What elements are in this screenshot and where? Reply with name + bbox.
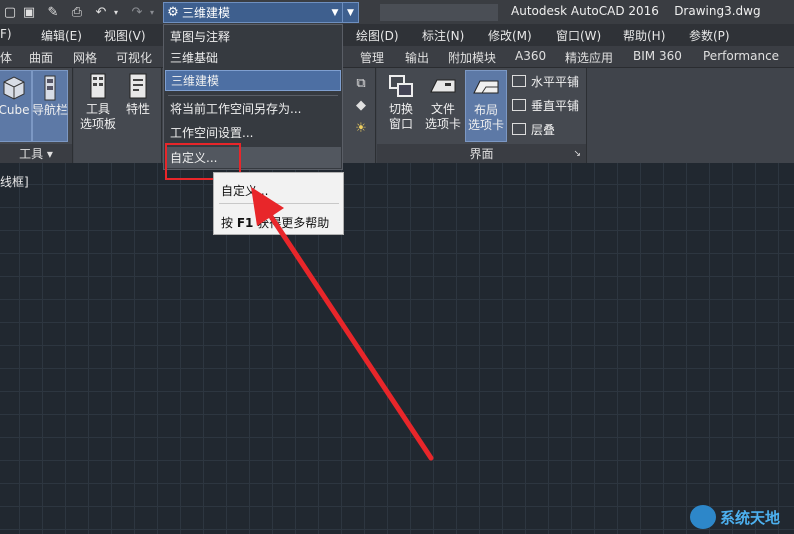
undo-dropdown-icon[interactable]: ▾	[107, 3, 125, 21]
menu-draw[interactable]: 绘图(D)	[356, 27, 399, 44]
panel-interface-footer[interactable]: 界面 ↘	[377, 144, 586, 163]
switch-window-button[interactable]: 切换 窗口	[381, 70, 421, 142]
properties-button[interactable]: 特性	[120, 70, 156, 142]
viewcube-button[interactable]: Cube	[0, 70, 32, 142]
tile-vertical-icon	[512, 99, 526, 111]
tab-manage[interactable]: 管理	[360, 49, 384, 66]
menu-dimension[interactable]: 标注(N)	[422, 27, 464, 44]
file-tabs-icon	[430, 79, 456, 93]
tab-output[interactable]: 输出	[405, 49, 429, 66]
menu-divider	[168, 95, 338, 96]
tab-surface[interactable]: 曲面	[29, 49, 53, 66]
panel-tools: Cube 导航栏 工具 ▾	[0, 68, 73, 163]
drawing-canvas[interactable]	[0, 163, 794, 534]
viewcube-label: Cube	[0, 103, 30, 117]
tile-vertical-button[interactable]: 垂直平铺	[512, 96, 579, 114]
chevron-down-icon: ▼	[331, 7, 339, 18]
menu-edit[interactable]: 编辑(E)	[41, 27, 82, 44]
tooltip-help: 按 F1 获得更多帮助	[221, 216, 330, 230]
tab-visualize[interactable]: 可视化	[116, 49, 152, 66]
panel-palettes: 工具 选项板 特性	[74, 68, 162, 163]
switch-window-label: 切换	[388, 102, 413, 116]
file-tabs-label: 文件	[430, 102, 455, 116]
menu-file[interactable]: F)	[0, 27, 12, 41]
panel-launcher-icon[interactable]: ↘	[573, 149, 581, 159]
tab-addins[interactable]: 附加模块	[448, 49, 496, 66]
workspace-settings-item[interactable]: 工作空间设置...	[165, 122, 341, 143]
app-title: Autodesk AutoCAD 2016 Drawing3.dwg	[511, 4, 761, 18]
save-workspace-as-item[interactable]: 将当前工作空间另存为...	[165, 98, 341, 119]
menu-parametric[interactable]: 参数(P)	[689, 27, 730, 44]
panel-view-small: ⧉ ◆ ☀	[343, 68, 376, 163]
navigation-bar-icon	[44, 75, 56, 101]
menu-bar: F) 编辑(E) 视图(V) 绘图(D) 标注(N) 修改(M) 窗口(W) 帮…	[0, 24, 794, 46]
tile-horizontal-button[interactable]: 水平平铺	[512, 72, 579, 90]
tool-palettes-label: 工具	[85, 102, 110, 116]
workspace-option-drafting[interactable]: 草图与注释	[165, 26, 341, 47]
tool-palettes-label-2: 选项板	[79, 117, 116, 131]
tab-a360[interactable]: A360	[515, 49, 546, 63]
title-bar: ▢ ▣ ✎ ⎙ ↶ ▾ ↷ ▾ ⚙ 三维建模 ▼ ▼ Autodesk Auto…	[0, 0, 794, 24]
print-icon[interactable]: ⎙	[68, 3, 86, 21]
tooltip-title: 自定义...	[221, 184, 269, 198]
tab-performance[interactable]: Performance	[703, 49, 779, 63]
cascade-button[interactable]: 层叠	[512, 120, 555, 138]
layout-tabs-icon	[473, 80, 499, 94]
new-icon[interactable]: ▢	[1, 3, 19, 21]
viewport-icon[interactable]: ⧉	[352, 74, 370, 92]
tab-mesh[interactable]: 网格	[73, 49, 97, 66]
workspace-option-3d-modeling[interactable]: 三维建模	[165, 70, 341, 91]
layout-tabs-label-2: 选项卡	[467, 118, 504, 132]
properties-label: 特性	[125, 102, 150, 116]
watermark-text: 系统天地	[720, 508, 781, 527]
menu-view[interactable]: 视图(V)	[104, 27, 146, 44]
tab-bim360[interactable]: BIM 360	[633, 49, 682, 63]
workspace-option-3d-basics[interactable]: 三维基础	[165, 47, 341, 68]
layer-icon[interactable]: ◆	[352, 96, 370, 114]
workspace-current: 三维建模	[182, 6, 231, 20]
tooltip: 自定义... 按 F1 获得更多帮助	[213, 172, 344, 235]
ribbon: Cube 导航栏 工具 ▾ 工具 选项板 特性 ⧉ ◆ ☀ 切换 窗口 文件 选…	[0, 68, 794, 163]
watermark: 系统天地	[690, 505, 780, 529]
switch-window-icon	[389, 75, 413, 97]
workspace-selector[interactable]: ⚙ 三维建模 ▼	[163, 2, 343, 23]
watermark-logo-icon	[690, 505, 716, 529]
tile-horizontal-icon	[512, 75, 526, 87]
tool-palettes-icon	[90, 73, 106, 99]
viewport-style-label[interactable]: 线框]	[0, 173, 29, 190]
save-icon[interactable]: ▣	[20, 3, 38, 21]
file-tabs-button[interactable]: 文件 选项卡	[421, 70, 465, 142]
panel-tools-footer[interactable]: 工具 ▾	[0, 144, 72, 163]
gear-icon: ⚙	[167, 5, 179, 20]
layout-tabs-label: 布局	[473, 103, 498, 117]
switch-window-label-2: 窗口	[388, 117, 413, 131]
menu-window[interactable]: 窗口(W)	[556, 27, 601, 44]
light-icon[interactable]: ☀	[352, 119, 370, 137]
navbar-button[interactable]: 导航栏	[32, 70, 68, 142]
menu-help[interactable]: 帮助(H)	[623, 27, 665, 44]
tab-solid[interactable]: 体	[0, 49, 12, 66]
cube-icon	[3, 76, 25, 100]
quick-access-dropdown[interactable]: ▼	[343, 2, 359, 23]
tab-featured-apps[interactable]: 精选应用	[565, 49, 613, 66]
menu-modify[interactable]: 修改(M)	[488, 27, 532, 44]
redo-dropdown-icon[interactable]: ▾	[143, 3, 161, 21]
file-tabs-label-2: 选项卡	[424, 117, 461, 131]
ribbon-tabs: 体 曲面 网格 可视化 管理 输出 附加模块 A360 精选应用 BIM 360…	[0, 46, 794, 68]
properties-icon	[129, 73, 147, 99]
panel-interface: 切换 窗口 文件 选项卡 布局 选项卡 水平平铺 垂直平铺 层叠 界面 ↘	[377, 68, 587, 163]
saveas-icon[interactable]: ✎	[44, 3, 62, 21]
search-input[interactable]	[380, 4, 498, 21]
tooltip-divider	[219, 203, 339, 204]
layout-tabs-button[interactable]: 布局 选项卡	[465, 70, 507, 142]
tool-palettes-button[interactable]: 工具 选项板	[78, 70, 118, 142]
cascade-icon	[512, 123, 526, 135]
navbar-label: 导航栏	[32, 103, 69, 117]
